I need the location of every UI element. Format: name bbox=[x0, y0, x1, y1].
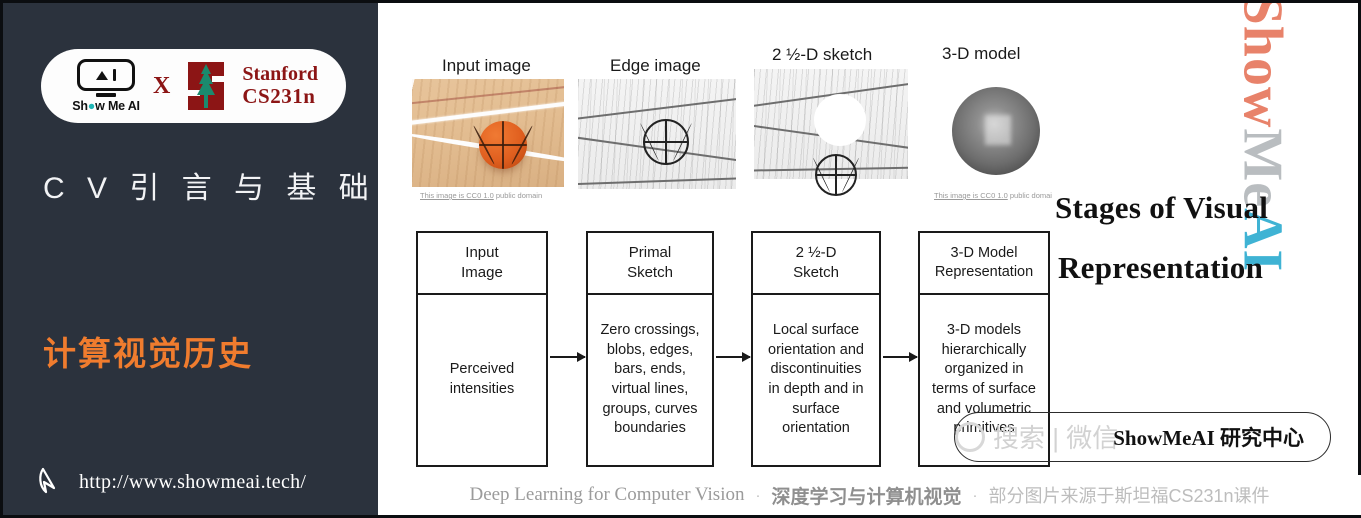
stage-title-25d-sketch: 2 ½-D Sketch bbox=[753, 233, 879, 295]
footer-chinese-bold: 深度学习与计算机视觉 bbox=[771, 486, 962, 508]
figure-input-image bbox=[412, 79, 564, 187]
figure-strip: Input image This image is CC0 1.0 public… bbox=[378, 3, 1078, 218]
figure-caption-edge-image: Edge image bbox=[610, 56, 701, 75]
cursor-pointer-icon bbox=[39, 467, 56, 494]
footer-separator-2: · bbox=[972, 486, 978, 504]
figure-3d-sphere bbox=[952, 87, 1040, 175]
court-white-line-1 bbox=[412, 100, 564, 127]
cross-symbol: X bbox=[153, 72, 171, 99]
attrib-suffix: public domain bbox=[493, 191, 543, 200]
stage-title-input-image: Input Image bbox=[418, 233, 546, 295]
stanford-course-label: Stanford CS231n bbox=[242, 63, 318, 109]
chevron-up-icon bbox=[95, 70, 108, 80]
stage-title-primal-sketch: Primal Sketch bbox=[588, 233, 712, 295]
headline-line-2: Representation bbox=[1058, 250, 1264, 285]
figure-caption-input-image: Input image bbox=[442, 56, 531, 75]
stage-title-text-0: Input Image bbox=[461, 244, 503, 281]
stanford-name: Stanford bbox=[242, 63, 318, 86]
course-title: C V 引 言 与 基 础 bbox=[43, 172, 376, 205]
basketball-court-photo bbox=[412, 79, 564, 187]
attrib-prefix: This image is bbox=[420, 191, 467, 200]
stage-box-primal-sketch: Primal Sketch Zero crossings, blobs, edg… bbox=[586, 231, 714, 467]
edge-detected-photo bbox=[578, 79, 736, 189]
website-row[interactable]: http://www.showmeai.tech/ bbox=[37, 466, 306, 498]
figure-edge-image bbox=[578, 79, 736, 189]
occluding-disc bbox=[814, 94, 867, 147]
attrib-link-3d[interactable]: CC0 1.0 bbox=[980, 191, 1008, 200]
showmeai-research-badge[interactable]: ShowMeAI 研究中心 bbox=[954, 412, 1331, 462]
attrib-link[interactable]: CC0 1.0 bbox=[466, 191, 494, 200]
figure-caption-3d-model: 3-D model bbox=[942, 44, 1021, 63]
stage-body-input-image: Perceived intensities bbox=[418, 295, 546, 465]
showmeai-monitor-icon bbox=[77, 59, 136, 92]
course-code: CS231n bbox=[242, 84, 316, 109]
sidebar: Sh●w Me AI X Stanford CS231n C V 引 言 与 基… bbox=[0, 0, 378, 518]
showmeai-wordmark: Sh●w Me AI bbox=[72, 98, 140, 113]
bar-icon bbox=[112, 69, 117, 82]
stanford-tree-icon bbox=[180, 56, 232, 116]
stage-body-primal-sketch: Zero crossings, blobs, edges, bars, ends… bbox=[588, 295, 712, 465]
website-url[interactable]: http://www.showmeai.tech/ bbox=[79, 471, 306, 494]
topic-title: 计算视觉历史 bbox=[43, 335, 253, 372]
stage-body-text-1: Zero crossings, blobs, edges, bars, ends… bbox=[600, 321, 700, 437]
monitor-stand bbox=[96, 93, 117, 97]
footer-bar: Deep Learning for Computer Vision · 深度学习… bbox=[378, 475, 1361, 515]
arrow-1 bbox=[550, 352, 586, 362]
watermark-part-1: Show bbox=[1231, 0, 1294, 129]
stage-title-text-3: 3-D Model Representation bbox=[934, 244, 1034, 280]
stage-title-text-2: 2 ½-D Sketch bbox=[793, 244, 839, 281]
showmeai-logo: Sh●w Me AI bbox=[69, 59, 143, 113]
slide-root: Sh●w Me AI X Stanford CS231n C V 引 言 与 基… bbox=[0, 0, 1361, 518]
basketball-outline-small bbox=[812, 154, 860, 196]
stage-box-25d-sketch: 2 ½-D Sketch Local surface orientation a… bbox=[751, 231, 881, 467]
edge-line-1 bbox=[578, 94, 736, 121]
stage-body-25d-sketch: Local surface orientation and discontinu… bbox=[753, 295, 879, 465]
footer-chinese-note: 部分图片来源于斯坦福CS231n课件 bbox=[988, 486, 1270, 506]
stage-title-3d-model: 3-D Model Representation bbox=[920, 233, 1048, 295]
headline-line-1: Stages of Visual bbox=[1055, 190, 1269, 225]
logo-pill: Sh●w Me AI X Stanford CS231n bbox=[41, 49, 346, 123]
stage-body-text-2: Local surface orientation and discontinu… bbox=[768, 321, 864, 437]
arrow-2 bbox=[716, 352, 751, 362]
stage-box-input-image: Input Image Perceived intensities bbox=[416, 231, 548, 467]
showmeai-vertical-watermark: ShowMeAI bbox=[1231, 0, 1295, 272]
edge-line-3 bbox=[578, 176, 736, 186]
arrow-3 bbox=[883, 352, 918, 362]
attrib-suffix-3d: public domai bbox=[1007, 191, 1052, 200]
figure-attribution-input: This image is CC0 1.0 public domain bbox=[420, 191, 542, 200]
badge-label: ShowMeAI 研究中心 bbox=[1113, 426, 1304, 450]
basketball-outline bbox=[639, 118, 692, 165]
footer-separator-1: · bbox=[755, 486, 761, 504]
basketball bbox=[472, 121, 534, 170]
figure-attribution-3d: This image is CC0 1.0 public domai bbox=[934, 191, 1052, 200]
figure-caption-sketch: 2 ½-D sketch bbox=[772, 45, 873, 64]
stage-body-text-0: Perceived intensities bbox=[449, 361, 515, 397]
footer-english: Deep Learning for Computer Vision bbox=[469, 484, 745, 505]
court-red-line bbox=[412, 84, 564, 106]
stage-title-text-1: Primal Sketch bbox=[627, 244, 673, 281]
attrib-prefix-3d: This image is bbox=[934, 191, 981, 200]
